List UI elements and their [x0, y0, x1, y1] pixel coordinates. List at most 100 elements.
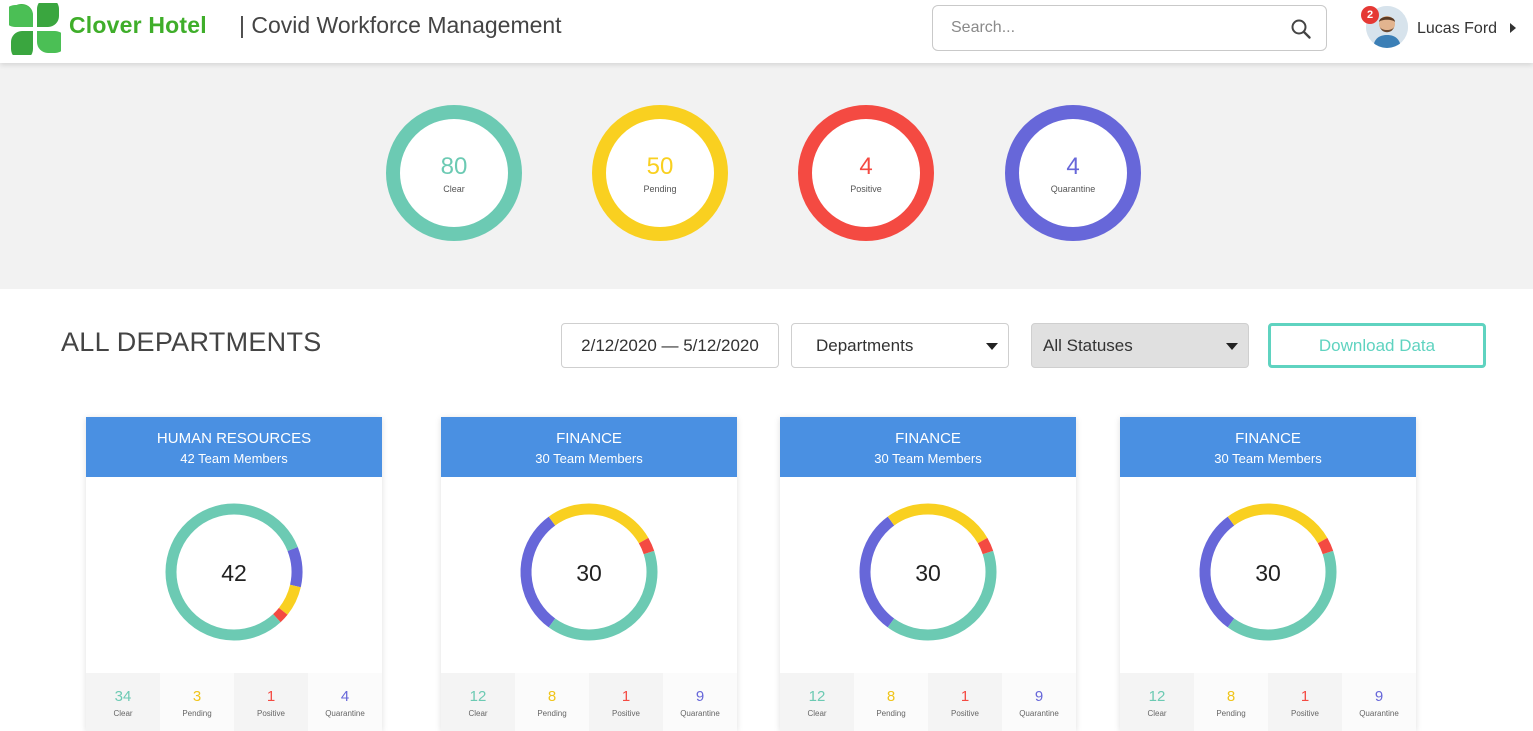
stat-positive: 1 Positive	[1268, 673, 1342, 731]
stat-pending-label: Pending	[537, 709, 567, 718]
card-stats: 34 Clear 3 Pending 1 Positive 4 Quarantine	[86, 673, 382, 731]
stat-pending: 8 Pending	[515, 673, 589, 731]
stat-pending-label: Pending	[1216, 709, 1246, 718]
summary-panel: 80 Clear 50 Pending 4 Positive 4 Quarant…	[0, 63, 1533, 289]
stat-pending-value: 8	[886, 688, 896, 705]
stat-positive-label: Positive	[1290, 709, 1319, 718]
team-members-count: 30 Team Members	[535, 451, 643, 466]
summary-ring-positive: 4 Positive	[798, 105, 934, 241]
stat-quarantine-value: 9	[1034, 688, 1044, 705]
stat-quarantine-label: Quarantine	[1359, 709, 1399, 718]
donut-total: 30	[915, 560, 941, 586]
donut-total: 30	[576, 560, 602, 586]
date-range-picker[interactable]: 2/12/2020 — 5/12/2020	[561, 323, 779, 368]
department-name: FINANCE	[1235, 430, 1301, 447]
stat-quarantine: 9 Quarantine	[663, 673, 737, 731]
department-donut-chart: 30	[1199, 503, 1337, 641]
search-icon[interactable]	[1290, 18, 1312, 40]
stat-positive: 1 Positive	[589, 673, 663, 731]
stat-quarantine-value: 4	[340, 688, 350, 705]
stat-pending-label: Pending	[876, 709, 906, 718]
departments-select[interactable]: Departments	[791, 323, 1009, 368]
user-name[interactable]: Lucas Ford	[1417, 20, 1497, 38]
status-select-value: All Statuses	[1043, 336, 1133, 355]
team-members-count: 30 Team Members	[1214, 451, 1322, 466]
card-stats: 12 Clear 8 Pending 1 Positive 9 Quarantine	[1120, 673, 1416, 731]
department-card[interactable]: FINANCE 30 Team Members 30 12 Clear 8 Pend…	[441, 417, 737, 731]
summary-ring-quarantine: 4 Quarantine	[1005, 105, 1141, 241]
brand-name[interactable]: Clover Hotel	[69, 12, 207, 39]
stat-quarantine-label: Quarantine	[325, 709, 365, 718]
card-stats: 12 Clear 8 Pending 1 Positive 9 Quarantine	[780, 673, 1076, 731]
page-title: ALL DEPARTMENTS	[61, 327, 322, 357]
stat-clear-value: 12	[808, 688, 826, 705]
stat-positive-label: Positive	[950, 709, 979, 718]
stat-pending-value: 8	[547, 688, 557, 705]
card-stats: 12 Clear 8 Pending 1 Positive 9 Quarantine	[441, 673, 737, 731]
summary-pending-label: Pending	[643, 184, 677, 194]
stat-pending-label: Pending	[182, 709, 212, 718]
team-members-count: 30 Team Members	[874, 451, 982, 466]
clover-logo-icon	[9, 3, 61, 55]
donut-total: 42	[221, 560, 247, 586]
stat-pending-value: 8	[1226, 688, 1236, 705]
stat-clear: 12 Clear	[1120, 673, 1194, 731]
stat-clear: 12 Clear	[780, 673, 854, 731]
stat-quarantine-label: Quarantine	[1019, 709, 1059, 718]
stat-positive-value: 1	[621, 688, 631, 705]
stat-quarantine: 4 Quarantine	[308, 673, 382, 731]
status-select[interactable]: All Statuses	[1031, 323, 1249, 368]
department-card[interactable]: FINANCE 30 Team Members 30 12 Clear 8 Pend…	[780, 417, 1076, 731]
app-subtitle: | Covid Workforce Management	[239, 12, 562, 38]
summary-quarantine-value: 4	[1066, 153, 1080, 180]
stat-quarantine-value: 9	[695, 688, 705, 705]
stat-pending-value: 3	[192, 688, 202, 705]
stat-clear-value: 34	[114, 688, 132, 705]
download-data-button[interactable]: Download Data	[1268, 323, 1486, 368]
notification-badge[interactable]: 2	[1361, 6, 1379, 24]
stat-clear-label: Clear	[113, 709, 133, 718]
department-card[interactable]: HUMAN RESOURCES 42 Team Members 42 34 Cle…	[86, 417, 382, 731]
stat-quarantine: 9 Quarantine	[1342, 673, 1416, 731]
card-header: FINANCE 30 Team Members	[1120, 417, 1416, 477]
stat-quarantine: 9 Quarantine	[1002, 673, 1076, 731]
search-input[interactable]	[949, 18, 1273, 38]
stat-clear-label: Clear	[468, 709, 488, 718]
stat-clear-label: Clear	[807, 709, 827, 718]
card-header: FINANCE 30 Team Members	[780, 417, 1076, 477]
stat-quarantine-value: 9	[1374, 688, 1384, 705]
stat-positive-value: 1	[1300, 688, 1310, 705]
stat-clear: 12 Clear	[441, 673, 515, 731]
summary-clear-value: 80	[440, 153, 468, 180]
department-card[interactable]: FINANCE 30 Team Members 30 12 Clear 8 Pend…	[1120, 417, 1416, 731]
summary-quarantine-label: Quarantine	[1050, 184, 1096, 194]
stat-pending: 8 Pending	[854, 673, 928, 731]
card-header: FINANCE 30 Team Members	[441, 417, 737, 477]
summary-ring-pending: 50 Pending	[592, 105, 728, 241]
department-name: FINANCE	[895, 430, 961, 447]
summary-positive-label: Positive	[850, 184, 882, 194]
stat-clear: 34 Clear	[86, 673, 160, 731]
stat-positive-value: 1	[266, 688, 276, 705]
departments-select-value: Departments	[816, 336, 914, 355]
stat-positive-label: Positive	[256, 709, 285, 718]
chevron-down-icon	[1226, 343, 1238, 350]
card-header: HUMAN RESOURCES 42 Team Members	[86, 417, 382, 477]
department-donut-chart: 42	[165, 503, 303, 641]
summary-positive-value: 4	[859, 153, 873, 180]
summary-clear-label: Clear	[443, 184, 465, 194]
stat-pending: 3 Pending	[160, 673, 234, 731]
caret-right-icon[interactable]	[1510, 23, 1516, 33]
donut-total: 30	[1255, 560, 1281, 586]
stat-positive-value: 1	[960, 688, 970, 705]
search-box[interactable]	[932, 5, 1327, 51]
department-donut-chart: 30	[520, 503, 658, 641]
department-name: FINANCE	[556, 430, 622, 447]
stat-clear-value: 12	[469, 688, 487, 705]
stat-clear-value: 12	[1148, 688, 1166, 705]
stat-positive-label: Positive	[611, 709, 640, 718]
summary-ring-clear: 80 Clear	[386, 105, 522, 241]
stat-clear-label: Clear	[1147, 709, 1167, 718]
top-bar: Clover Hotel | Covid Workforce Managemen…	[0, 0, 1533, 63]
stat-positive: 1 Positive	[928, 673, 1002, 731]
